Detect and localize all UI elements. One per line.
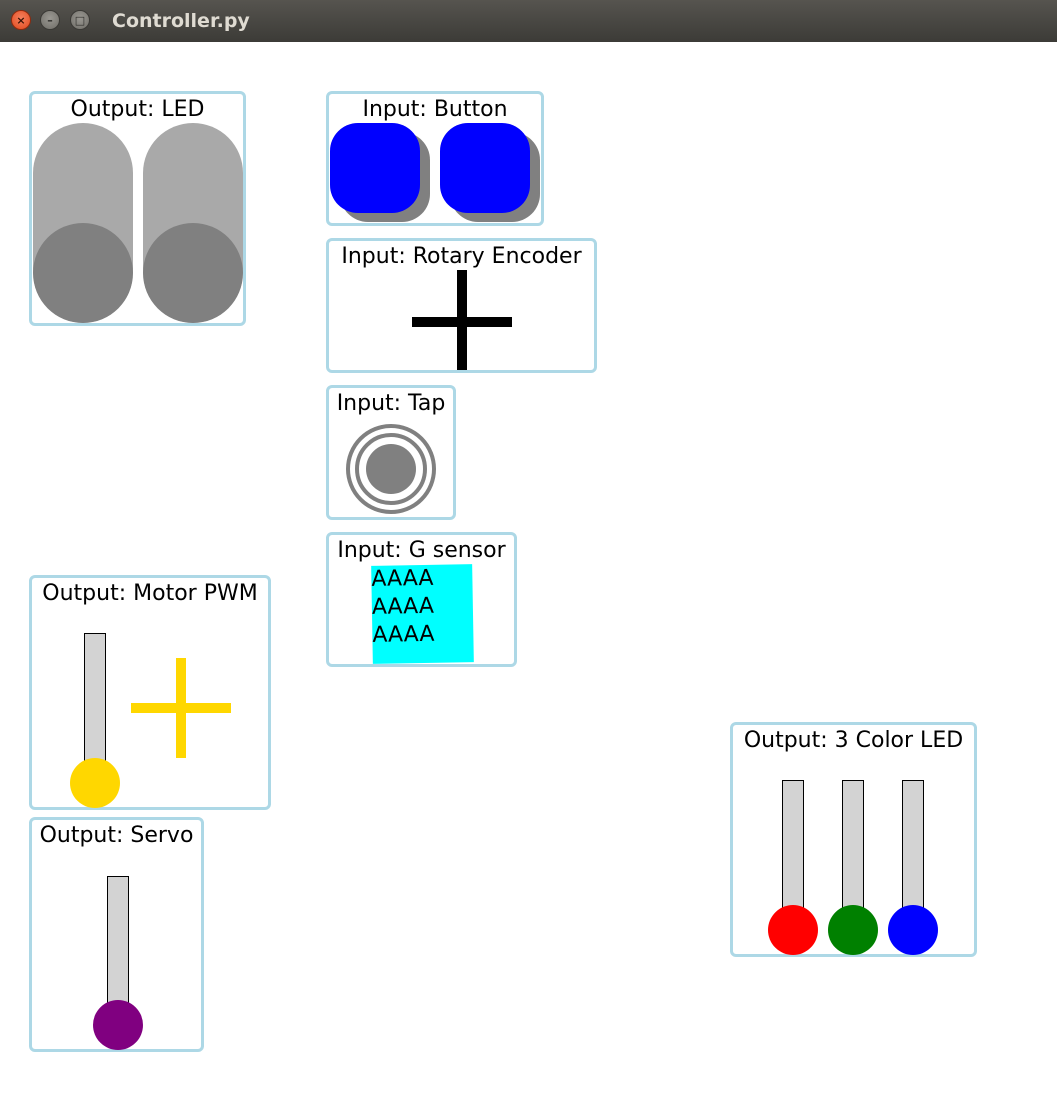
- motor-direction-cross-icon[interactable]: [131, 658, 231, 758]
- green-slider-track[interactable]: [842, 780, 864, 925]
- red-slider-knob[interactable]: [768, 905, 818, 955]
- motor-panel-title: Output: Motor PWM: [42, 581, 258, 606]
- motor-slider-knob[interactable]: [70, 758, 120, 808]
- motor-slider-track[interactable]: [84, 633, 106, 778]
- tap-panel: Input: Tap: [326, 385, 456, 520]
- red-slider-track[interactable]: [782, 780, 804, 925]
- servo-panel: Output: Servo: [29, 817, 204, 1052]
- led-knob-1[interactable]: [33, 223, 133, 323]
- g-sensor-line-1: AAAA: [371, 565, 434, 592]
- button-panel-title: Input: Button: [362, 97, 508, 122]
- rotary-encoder-cross-icon[interactable]: [412, 270, 512, 370]
- motor-pwm-panel: Output: Motor PWM: [29, 575, 271, 810]
- maximize-window-button[interactable]: □: [70, 10, 90, 30]
- g-sensor-line-3: AAAA: [372, 621, 435, 648]
- led-panel: Output: LED: [29, 91, 246, 326]
- button-panel: Input: Button: [326, 91, 544, 226]
- rotary-encoder-panel: Input: Rotary Encoder: [326, 238, 597, 373]
- rotary-panel-title: Input: Rotary Encoder: [341, 244, 582, 269]
- led-knob-2[interactable]: [143, 223, 243, 323]
- tap-panel-title: Input: Tap: [336, 391, 446, 416]
- led-panel-title: Output: LED: [70, 97, 205, 122]
- g-sensor-panel-title: Input: G sensor: [337, 538, 506, 563]
- blue-slider-track[interactable]: [902, 780, 924, 925]
- green-slider-knob[interactable]: [828, 905, 878, 955]
- g-sensor-line-2: AAAA: [371, 593, 435, 620]
- servo-panel-title: Output: Servo: [39, 823, 194, 848]
- color-led-panel-title: Output: 3 Color LED: [743, 728, 964, 753]
- input-button-2[interactable]: [440, 123, 530, 213]
- close-window-button[interactable]: ×: [11, 10, 31, 30]
- led-slider-1[interactable]: [33, 123, 133, 323]
- window-titlebar: × – □ Controller.py: [0, 0, 1057, 42]
- servo-slider-knob[interactable]: [93, 1000, 143, 1050]
- led-slider-2[interactable]: [143, 123, 243, 323]
- blue-slider-knob[interactable]: [888, 905, 938, 955]
- g-sensor-panel: Input: G sensor AAAA AAAA AAAA: [326, 532, 517, 667]
- window-title: Controller.py: [112, 10, 250, 32]
- g-sensor-readout: AAAA AAAA AAAA: [371, 564, 474, 664]
- tap-target-icon[interactable]: [344, 422, 438, 516]
- three-color-led-panel: Output: 3 Color LED: [730, 722, 977, 957]
- minimize-window-button[interactable]: –: [40, 10, 60, 30]
- input-button-1[interactable]: [330, 123, 420, 213]
